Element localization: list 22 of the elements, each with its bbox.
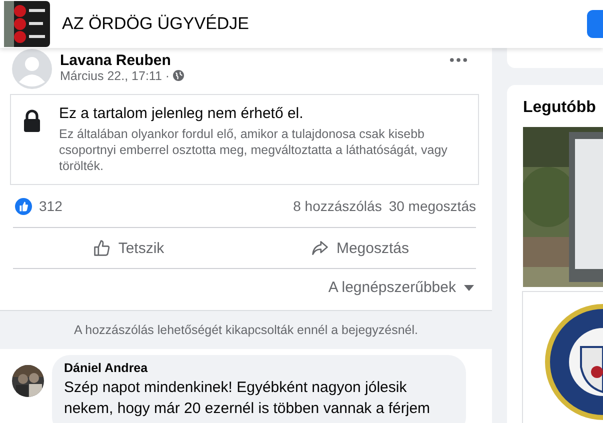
notice-text: Ez általában olyankor fordul elő, amikor a tulajdonosa csak kisebb csoportnyi emberrel osztotta meg, megváltoztatta a láthatóságát, vagy törölték.	[59, 126, 448, 174]
comment-count[interactable]: 8 hozzászólás	[293, 198, 382, 214]
lock-icon	[23, 109, 41, 133]
like-button[interactable]: Tetszik	[13, 228, 244, 268]
page-title: AZ ÖRDÖG ÜGYVÉDJE	[62, 14, 250, 34]
thumbs-up-icon	[93, 239, 112, 257]
author-name[interactable]: Lavana Reuben	[60, 52, 184, 68]
reaction-count[interactable]: 312	[39, 198, 62, 214]
like-icon	[15, 198, 32, 214]
globe-icon	[172, 70, 184, 81]
comment-text: Szép napot mindenkinek! Egyébként nagyon jólesik nekem, hogy már 20 ezernél is többen vannak a férjem	[64, 378, 432, 419]
more-icon[interactable]	[450, 58, 467, 62]
comments-disabled-text: A hozzászólás lehetőségét kikapcsolták ennél a bejegyzésnél.	[74, 323, 418, 337]
share-button[interactable]: Megosztás	[244, 228, 476, 268]
share-count[interactable]: 30 megosztás	[388, 198, 476, 214]
section-title: Legutóbb	[523, 99, 597, 117]
post-date[interactable]: Március 22., 17:11 ·	[60, 68, 170, 82]
sort-dropdown[interactable]: A legnépszerűbbek	[328, 279, 474, 296]
notice-title: Ez a tartalom jelenleg nem érhető el.	[59, 105, 304, 122]
caret-icon	[464, 284, 474, 290]
share-icon	[311, 239, 330, 257]
comment-author[interactable]: Dániel Andrea	[64, 361, 454, 375]
